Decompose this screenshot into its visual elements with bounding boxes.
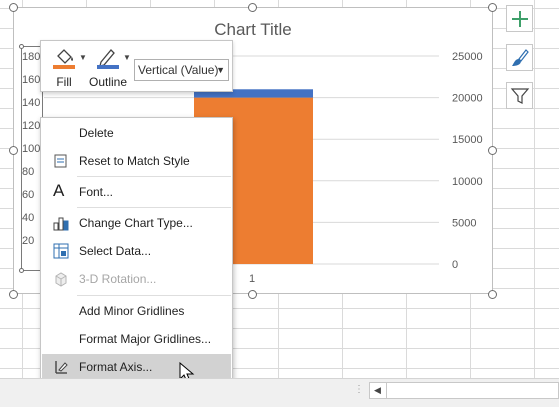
secondary-axis-tick-label: 20000 bbox=[452, 93, 483, 105]
resize-handle[interactable] bbox=[488, 290, 497, 299]
rotation-3d-icon bbox=[55, 272, 67, 287]
resize-handle[interactable] bbox=[9, 3, 18, 12]
fill-bucket-icon bbox=[53, 49, 75, 69]
context-menu: Delete Reset to Match Style A Font... Ch… bbox=[40, 117, 233, 381]
menu-item-delete[interactable]: Delete bbox=[42, 120, 231, 146]
menu-item-3d-rotation: 3-D Rotation... bbox=[42, 266, 231, 292]
chart-element-select[interactable]: Vertical (Value) ▼ bbox=[134, 59, 229, 81]
chart-type-icon bbox=[53, 217, 69, 231]
outline-button[interactable]: ▼ Outline bbox=[87, 43, 131, 91]
menu-item-font[interactable]: A Font... bbox=[42, 179, 231, 205]
fill-button[interactable]: ▼ Fill bbox=[45, 43, 87, 91]
secondary-axis-tick-label: 15000 bbox=[452, 134, 483, 146]
chart-styles-button[interactable] bbox=[506, 44, 533, 71]
category-axis-label: 1 bbox=[249, 273, 255, 285]
resize-handle[interactable] bbox=[9, 146, 18, 155]
scroll-left-arrow-icon[interactable]: ◀ bbox=[374, 383, 381, 398]
resize-handle[interactable] bbox=[9, 290, 18, 299]
outline-pen-icon bbox=[97, 49, 119, 69]
font-icon: A bbox=[53, 181, 65, 200]
chart-filters-icon bbox=[510, 87, 529, 104]
chevron-down-icon: ▼ bbox=[216, 65, 225, 75]
outline-dropdown-chevron-icon[interactable]: ▼ bbox=[123, 53, 131, 62]
menu-separator bbox=[77, 176, 231, 177]
menu-separator bbox=[77, 207, 231, 208]
menu-item-add-minor-gridlines[interactable]: Add Minor Gridlines bbox=[42, 298, 231, 324]
secondary-axis-tick-label: 25000 bbox=[452, 51, 483, 63]
outline-label: Outline bbox=[88, 75, 128, 89]
resize-handle[interactable] bbox=[248, 290, 257, 299]
reset-style-icon bbox=[54, 154, 67, 168]
chart-elements-button[interactable] bbox=[506, 5, 533, 32]
chart-styles-icon bbox=[511, 48, 529, 66]
menu-item-format-major-gridlines[interactable]: Format Major Gridlines... bbox=[42, 326, 231, 352]
resize-handle[interactable] bbox=[488, 146, 497, 155]
secondary-axis-tick-label: 5000 bbox=[452, 217, 476, 229]
scroll-divider bbox=[386, 383, 387, 398]
select-data-icon bbox=[53, 243, 69, 259]
resize-handle[interactable] bbox=[248, 3, 257, 12]
secondary-axis-tick-label: 0 bbox=[452, 259, 458, 271]
chart-elements-icon bbox=[511, 10, 528, 27]
menu-separator bbox=[77, 295, 231, 296]
menu-item-reset-to-match-style[interactable]: Reset to Match Style bbox=[42, 148, 231, 174]
chart-filters-button[interactable] bbox=[506, 82, 533, 109]
chart-element-select-value: Vertical (Value) bbox=[138, 63, 219, 77]
fill-label: Fill bbox=[56, 75, 72, 89]
axis-handle[interactable] bbox=[19, 44, 24, 49]
menu-item-select-data[interactable]: Select Data... bbox=[42, 238, 231, 264]
axis-handle[interactable] bbox=[19, 268, 24, 273]
sheet-splitter-icon[interactable]: ⋮ bbox=[354, 384, 364, 395]
fill-dropdown-chevron-icon[interactable]: ▼ bbox=[79, 53, 87, 62]
resize-handle[interactable] bbox=[488, 3, 497, 12]
format-axis-icon bbox=[55, 361, 68, 374]
menu-item-format-axis[interactable]: Format Axis... bbox=[42, 354, 231, 380]
format-mini-toolbar: ▼ Fill ▼ Outline Vertical (Value) ▼ bbox=[40, 40, 233, 92]
menu-item-change-chart-type[interactable]: Change Chart Type... bbox=[42, 210, 231, 236]
secondary-value-axis: 25000 20000 15000 10000 5000 0 bbox=[452, 51, 483, 271]
horizontal-scrollbar[interactable]: ◀ bbox=[369, 382, 559, 399]
secondary-axis-tick-label: 10000 bbox=[452, 176, 483, 188]
